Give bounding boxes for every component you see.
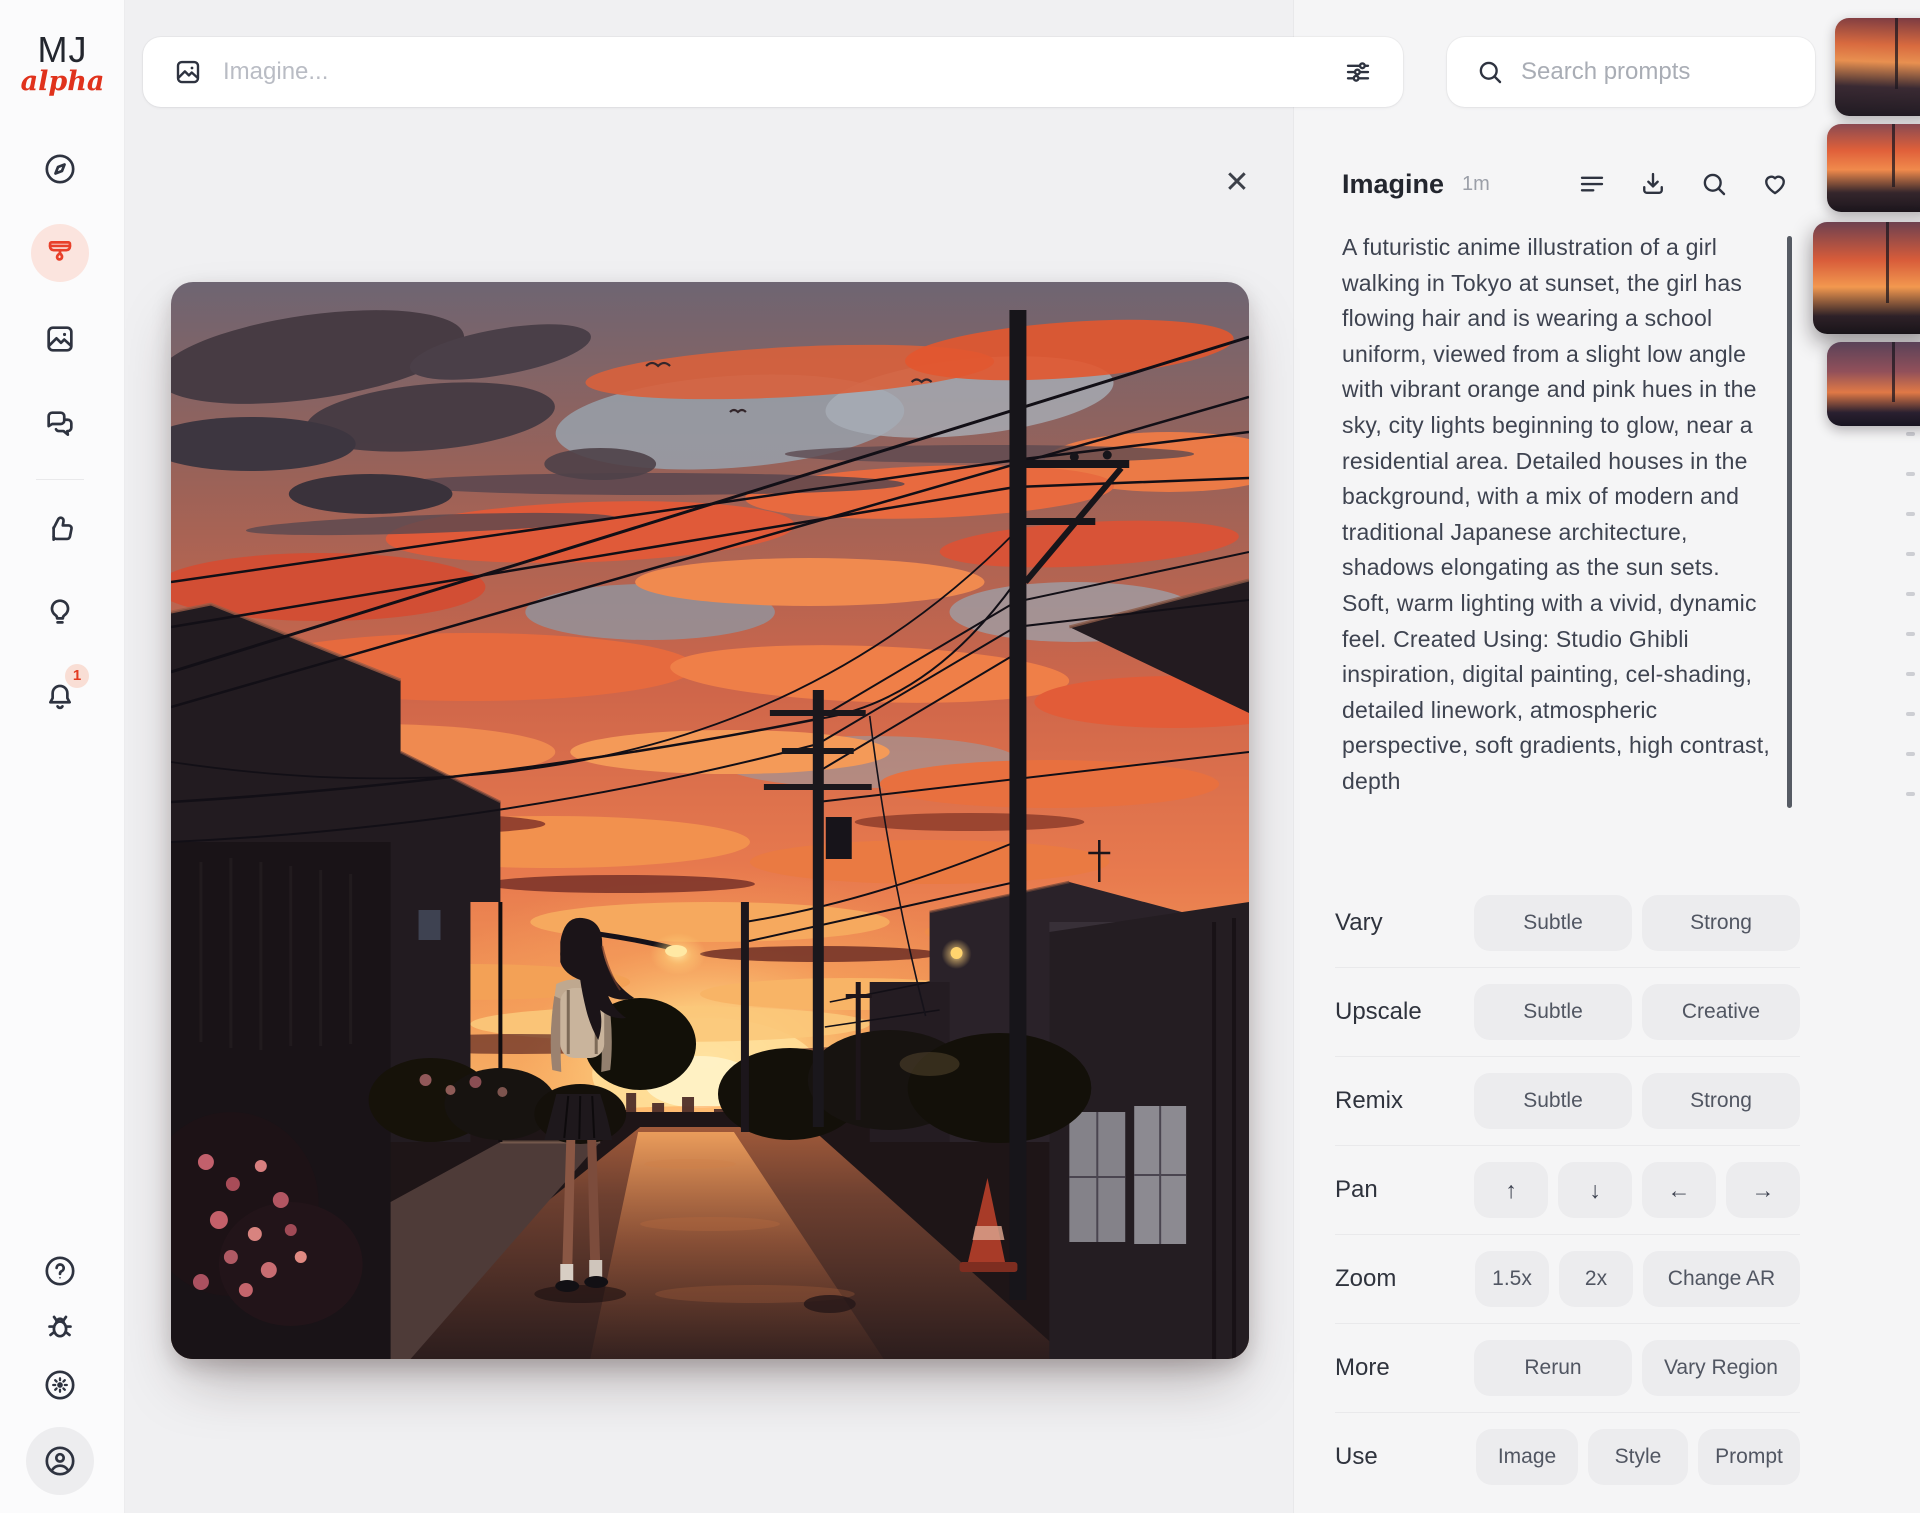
thumbnail[interactable] [1827, 124, 1920, 212]
pan-up-button[interactable]: ↑ [1474, 1162, 1548, 1218]
sidebar-item-account[interactable] [43, 1444, 77, 1478]
logo-text: MJ [0, 30, 125, 70]
scroll-tick [1906, 632, 1915, 636]
help-icon [43, 1254, 77, 1288]
sidebar-item-gallery[interactable] [43, 322, 77, 356]
action-row-zoom: Zoom 1.5x 2x Change AR [1335, 1234, 1800, 1323]
action-row-vary: Vary Subtle Strong [1335, 878, 1800, 967]
image-icon [173, 57, 203, 87]
action-label: Use [1335, 1443, 1378, 1471]
action-row-more: More Rerun Vary Region [1335, 1323, 1800, 1412]
search-bar [1447, 37, 1815, 107]
thumbnail-selected[interactable] [1813, 222, 1920, 334]
sidebar: MJ alpha 1 [0, 0, 125, 1513]
vary-subtle-button[interactable]: Subtle [1474, 895, 1632, 951]
scroll-tick [1906, 512, 1915, 516]
search-icon [1475, 57, 1505, 87]
zoom-2x-button[interactable]: 2x [1559, 1251, 1633, 1307]
action-label: Vary [1335, 909, 1383, 937]
download-button[interactable] [1638, 169, 1668, 199]
theme-sun-icon [43, 1368, 77, 1402]
use-style-button[interactable]: Style [1588, 1429, 1688, 1485]
sidebar-item-create[interactable] [43, 236, 77, 270]
prompt-text[interactable]: A futuristic anime illustration of a gir… [1342, 230, 1772, 836]
logo-alpha-text: alpha [0, 68, 125, 96]
imagine-bar [143, 37, 1403, 107]
sidebar-item-bug-report[interactable] [43, 1309, 77, 1343]
action-row-use: Use Image Style Prompt [1335, 1412, 1800, 1501]
thumbnail[interactable] [1835, 18, 1920, 116]
action-panel: Vary Subtle Strong Upscale Subtle Creati… [1335, 878, 1800, 1501]
filter-button[interactable] [1577, 169, 1607, 199]
use-image-button[interactable]: Image [1476, 1429, 1578, 1485]
remix-strong-button[interactable]: Strong [1642, 1073, 1800, 1129]
paintbrush-icon [43, 236, 77, 270]
detail-title: Imagine [1342, 169, 1444, 200]
vary-region-button[interactable]: Vary Region [1642, 1340, 1800, 1396]
upscale-creative-button[interactable]: Creative [1642, 984, 1800, 1040]
sidebar-item-theme-toggle[interactable] [43, 1368, 77, 1402]
app-logo: MJ alpha [0, 30, 125, 96]
bug-icon [43, 1309, 77, 1343]
scroll-tick [1906, 752, 1915, 756]
chat-icon [43, 407, 77, 441]
search-image-button[interactable] [1699, 169, 1729, 199]
zoom-1-5x-button[interactable]: 1.5x [1475, 1251, 1549, 1307]
account-avatar-icon [43, 1444, 77, 1478]
download-icon [1638, 169, 1668, 199]
sidebar-item-help[interactable] [43, 1254, 77, 1288]
imagine-input[interactable] [203, 58, 1343, 86]
pan-down-button[interactable]: ↓ [1558, 1162, 1632, 1218]
change-ar-button[interactable]: Change AR [1643, 1251, 1800, 1307]
sidebar-item-ideas[interactable] [43, 595, 77, 629]
scroll-tick [1906, 552, 1915, 556]
thumbs-up-icon [43, 512, 77, 546]
action-row-remix: Remix Subtle Strong [1335, 1056, 1800, 1145]
sidebar-item-likes[interactable] [43, 512, 77, 546]
generated-image[interactable] [171, 282, 1249, 1359]
generated-image-scene [171, 282, 1249, 1359]
scroll-tick [1906, 712, 1915, 716]
search-prompts-input[interactable] [1505, 58, 1815, 86]
sidebar-divider [36, 479, 84, 480]
upscale-subtle-button[interactable]: Subtle [1474, 984, 1632, 1040]
scroll-tick [1906, 432, 1915, 436]
action-label: Remix [1335, 1087, 1403, 1115]
detail-header: Imagine 1m [1342, 160, 1790, 208]
lightbulb-icon [43, 595, 77, 629]
action-label: Pan [1335, 1176, 1378, 1204]
action-row-pan: Pan ↑ ↓ ← → [1335, 1145, 1800, 1234]
action-label: Zoom [1335, 1265, 1396, 1293]
remix-subtle-button[interactable]: Subtle [1474, 1073, 1632, 1129]
detail-timestamp: 1m [1462, 173, 1490, 196]
sidebar-item-chat[interactable] [43, 407, 77, 441]
action-label: More [1335, 1354, 1390, 1382]
heart-icon [1760, 169, 1790, 199]
search-icon [1699, 169, 1729, 199]
prompt-scrollbar[interactable] [1787, 236, 1792, 808]
rerun-button[interactable]: Rerun [1474, 1340, 1632, 1396]
scroll-tick [1906, 792, 1915, 796]
scroll-tick [1906, 592, 1915, 596]
scroll-tick [1906, 672, 1915, 676]
pan-left-button[interactable]: ← [1642, 1162, 1716, 1218]
notification-badge: 1 [65, 664, 89, 688]
close-viewer-button[interactable]: ✕ [1216, 162, 1258, 204]
action-label: Upscale [1335, 998, 1422, 1026]
use-prompt-button[interactable]: Prompt [1698, 1429, 1800, 1485]
compass-icon [43, 152, 77, 186]
pan-right-button[interactable]: → [1726, 1162, 1800, 1218]
filter-icon [1577, 169, 1607, 199]
action-row-upscale: Upscale Subtle Creative [1335, 967, 1800, 1056]
vary-strong-button[interactable]: Strong [1642, 895, 1800, 951]
scroll-tick [1906, 472, 1915, 476]
favorite-button[interactable] [1760, 169, 1790, 199]
gallery-icon [43, 322, 77, 356]
thumbnail[interactable] [1827, 342, 1920, 426]
sidebar-item-explore[interactable] [43, 152, 77, 186]
sliders-icon[interactable] [1343, 57, 1373, 87]
